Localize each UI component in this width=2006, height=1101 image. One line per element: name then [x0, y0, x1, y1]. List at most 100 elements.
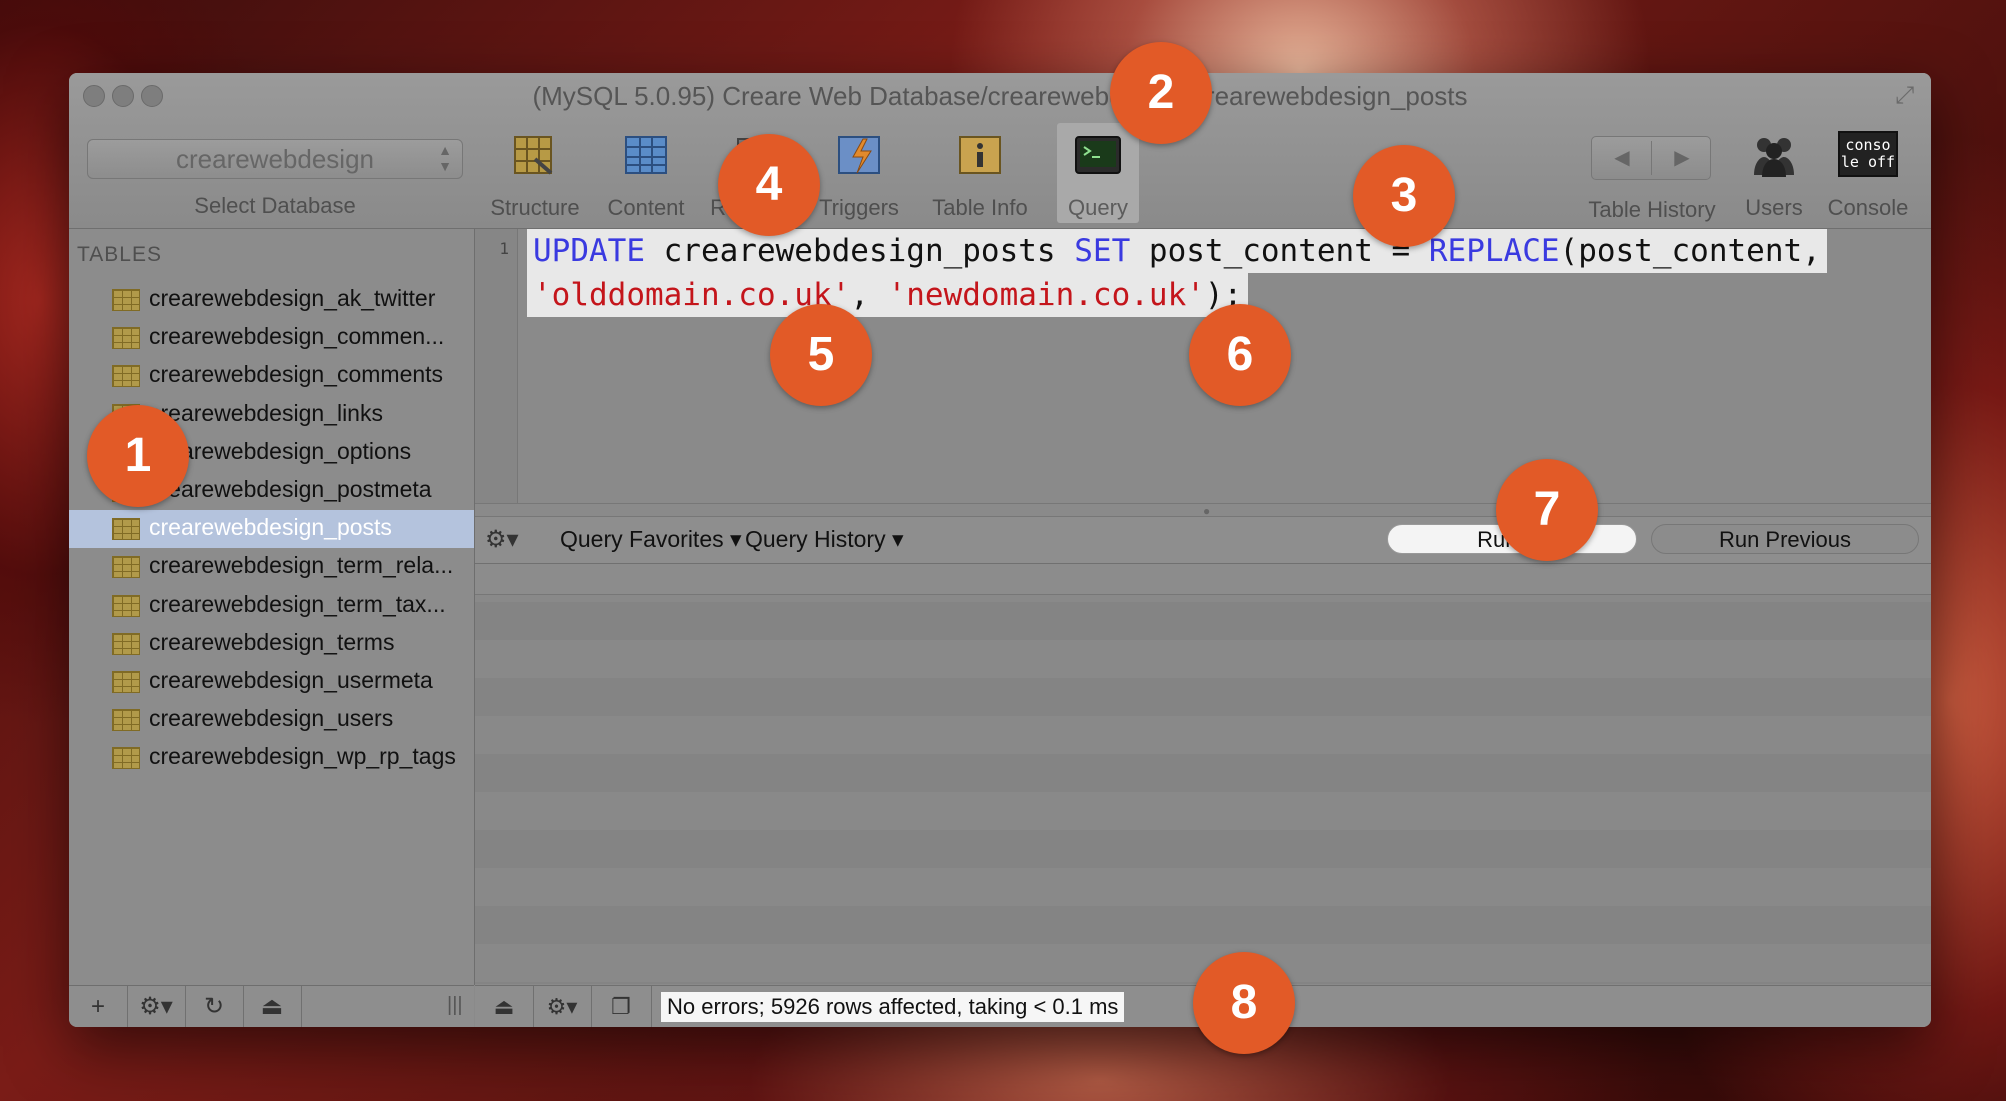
console-icon-text: conso le off — [1840, 136, 1896, 171]
gear-icon[interactable]: ⚙▾ — [533, 986, 592, 1027]
annotation-badge: 2 — [1110, 42, 1212, 144]
line-number: 1 — [499, 239, 509, 258]
toolbar-structure[interactable]: Structure — [482, 123, 588, 223]
table-name: crearewebdesign_usermeta — [149, 667, 433, 693]
table-name: crearewebdesign_ak_twitter — [149, 285, 436, 311]
annotation-badge: 7 — [1496, 459, 1598, 561]
toolbar-label: Content — [607, 195, 685, 220]
sidebar-table-item[interactable]: crearewebdesign_wp_rp_tags — [69, 739, 474, 777]
sidebar-table-item[interactable]: crearewebdesign_terms — [69, 625, 474, 663]
toolbar-table-history[interactable]: Table History — [1577, 185, 1727, 225]
toggle-info-icon[interactable]: ⏏ — [243, 986, 302, 1027]
status-message: No errors; 5926 rows affected, taking < … — [661, 992, 1125, 1022]
query-toolbar: ⚙▾ Query Favorites ▾ Query History ▾ Run… — [475, 517, 1931, 564]
tables-header: TABLES — [77, 243, 162, 266]
fullscreen-icon[interactable]: ⤢ — [1895, 83, 1921, 109]
sql-keyword: SET — [1074, 233, 1131, 269]
app-window: (MySQL 5.0.95) Creare Web Database/crear… — [69, 73, 1931, 1027]
sql-keyword: REPLACE — [1428, 233, 1560, 269]
sidebar-table-item[interactable]: crearewebdesign_users — [69, 701, 474, 739]
results-table[interactable] — [475, 564, 1931, 984]
table-icon — [112, 289, 140, 311]
back-arrow-icon[interactable]: ◀ — [1592, 145, 1652, 170]
toolbar-label: Query — [1068, 195, 1128, 220]
table-name: crearewebdesign_commen... — [149, 323, 445, 350]
table-name: crearewebdesign_terms — [149, 628, 395, 655]
annotation-badge: 6 — [1189, 304, 1291, 406]
line-gutter: 1 — [475, 229, 518, 503]
table-icon — [112, 594, 140, 617]
structure-icon — [514, 136, 553, 175]
add-table-button[interactable]: + — [69, 986, 128, 1027]
toolbar-console[interactable]: conso le off Console — [1821, 123, 1915, 223]
sql-keyword: UPDATE — [533, 233, 645, 269]
toolbar-label: Table History — [1588, 197, 1716, 222]
query-history-menu[interactable]: Query History ▾ — [745, 526, 904, 553]
database-select-value: crearewebdesign — [175, 144, 374, 174]
sql-string: 'newdomain.co.uk' — [887, 277, 1205, 313]
sidebar-table-item[interactable]: crearewebdesign_term_tax... — [69, 587, 474, 625]
query-favorites-label: Query Favorites — [560, 526, 724, 552]
table-name: crearewebdesign_term_rela... — [149, 552, 454, 579]
query-history-label: Query History — [745, 526, 886, 552]
table-name: crearewebdesign_comments — [149, 361, 444, 388]
splitter-handle-icon[interactable]: ||| — [447, 994, 463, 1017]
query-favorites-menu[interactable]: Query Favorites ▾ — [560, 526, 742, 553]
annotation-badge: 8 — [1193, 952, 1295, 1054]
toolbar-query[interactable]: Query — [1057, 123, 1139, 223]
toolbar-table-info[interactable]: Table Info — [921, 123, 1039, 223]
toolbar-label: Table Info — [932, 195, 1028, 220]
console-icon: conso le off — [1838, 131, 1898, 177]
table-info-icon — [959, 136, 1001, 174]
content-icon — [625, 136, 667, 174]
splitter-grip-icon: ● — [1203, 504, 1211, 518]
annotation-badge: 5 — [770, 304, 872, 406]
annotation-badge: 4 — [718, 134, 820, 236]
table-name: crearewebdesign_links — [149, 399, 383, 426]
table-name: crearewebdesign_posts — [149, 514, 392, 541]
editor-splitter[interactable]: ● — [475, 503, 1931, 518]
table-icon — [112, 556, 140, 579]
sql-text: crearewebdesign_posts — [644, 233, 1075, 269]
toolbar-label: Triggers — [819, 195, 899, 220]
refresh-icon[interactable]: ↻ — [185, 986, 244, 1027]
table-history-nav[interactable]: ◀ ▶ — [1591, 136, 1711, 180]
gear-icon[interactable]: ⚙▾ — [127, 986, 186, 1027]
table-icon — [112, 747, 140, 770]
copy-icon[interactable]: ❐ — [591, 986, 652, 1027]
annotation-badge: 3 — [1353, 145, 1455, 247]
sidebar-table-item[interactable]: crearewebdesign_commen... — [69, 319, 474, 357]
sidebar-footer: + ⚙▾ ↻ ⏏ ||| — [69, 985, 474, 1027]
toolbar-users[interactable]: Users — [1737, 123, 1811, 223]
table-icon — [112, 327, 140, 350]
sidebar-table-item[interactable]: crearewebdesign_ak_twitter — [69, 281, 474, 319]
table-name: crearewebdesign_term_tax... — [149, 590, 446, 617]
gear-icon[interactable]: ⚙▾ — [485, 525, 519, 554]
tables-sidebar: TABLES crearewebdesign_ak_twittercrearew… — [69, 229, 475, 985]
code-line-2: 'olddomain.co.uk', 'newdomain.co.uk'); — [527, 273, 1249, 317]
sidebar-table-item[interactable]: crearewebdesign_comments — [69, 357, 474, 395]
title-bar: (MySQL 5.0.95) Creare Web Database/crear… — [69, 73, 1931, 229]
toolbar-label: Users — [1745, 195, 1803, 220]
table-name: crearewebdesign_wp_rp_tags — [149, 743, 456, 770]
database-select[interactable]: crearewebdesign ▲ ▼ — [87, 139, 463, 179]
run-previous-button[interactable]: Run Previous — [1651, 524, 1919, 554]
sql-code[interactable]: UPDATE crearewebdesign_posts SET post_co… — [527, 229, 1827, 317]
forward-arrow-icon[interactable]: ▶ — [1652, 145, 1712, 170]
table-icon — [112, 671, 140, 693]
window-title: (MySQL 5.0.95) Creare Web Database/crear… — [532, 81, 1468, 111]
sql-text: (post_content, — [1559, 233, 1821, 269]
terminal-icon — [1075, 136, 1121, 174]
sidebar-table-item[interactable]: crearewebdesign_usermeta — [69, 663, 474, 701]
toolbar-label: Console — [1827, 195, 1909, 220]
table-icon — [112, 632, 140, 655]
sidebar-table-item[interactable]: crearewebdesign_posts — [69, 510, 474, 549]
toggle-panel-icon[interactable]: ⏏ — [475, 986, 534, 1027]
toolbar-label: Structure — [490, 195, 580, 220]
toolbar-triggers[interactable]: Triggers — [809, 123, 909, 223]
database-select-label: Select Database — [194, 193, 356, 218]
sidebar-table-item[interactable]: crearewebdesign_term_rela... — [69, 548, 474, 586]
toolbar-content[interactable]: Content — [596, 123, 696, 223]
table-icon — [112, 709, 140, 732]
users-icon — [1754, 138, 1794, 177]
